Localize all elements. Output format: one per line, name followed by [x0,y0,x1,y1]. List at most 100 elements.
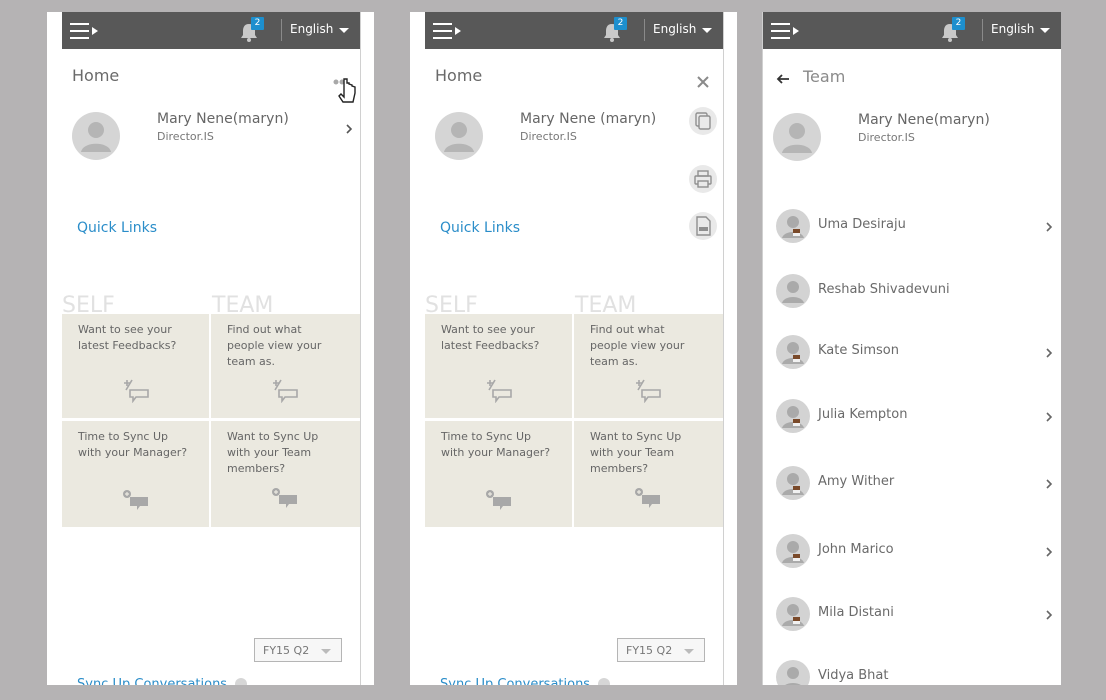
team-member-row[interactable]: John Marico [763,532,1061,572]
divider [281,19,282,41]
person-icon [444,122,474,152]
profile-role: Director.IS [157,130,214,143]
close-icon[interactable] [693,72,713,92]
person-icon [81,122,111,152]
language-select[interactable]: English [653,22,696,36]
tile-text: Want to see your latest Feedbacks? [441,323,540,352]
team-feedback-icon [636,379,661,403]
team-member-row[interactable]: Amy Wither [763,464,1061,504]
team-sync-tile[interactable]: Want to Sync Up with your Team members? [574,421,723,527]
team-view-tile[interactable]: Find out what people view your team as. [574,314,723,418]
member-name: Amy Wither [818,474,895,489]
back-arrow-icon[interactable] [775,72,791,86]
menu-icon[interactable] [70,23,100,39]
tile-text: Time to Sync Up with your Manager? [441,430,551,459]
period-select-value: FY15 Q2 [263,644,310,657]
language-select[interactable]: English [991,22,1034,36]
home-options-screen: 2 English Home Mary Nene (maryn) Directo… [410,12,737,685]
tile-text: Time to Sync Up with your Manager? [78,430,188,459]
sync-conversations-link[interactable]: Sync Up Conversations [77,677,227,685]
chevron-down-icon[interactable] [339,28,349,33]
page-title: Home [72,66,120,85]
team-member-row[interactable]: Uma Desiraju [763,207,1061,247]
member-name: Uma Desiraju [818,217,906,232]
person-icon [782,281,804,303]
chevron-right-icon[interactable] [1045,479,1053,489]
team-view-tile[interactable]: Find out what people view your team as. [211,314,360,418]
page-title: Home [435,66,483,85]
sync-conversations-link[interactable]: Sync Up Conversations [440,677,590,685]
member-name: Kate Simson [818,343,899,358]
chat-add-icon [123,490,148,510]
chevron-right-icon[interactable] [1045,222,1053,232]
avatar [776,466,810,500]
chevron-down-icon [684,649,694,654]
more-dots-icon[interactable] [332,75,362,105]
chevron-right-icon[interactable] [1045,610,1053,620]
manager-sync-tile[interactable]: Time to Sync Up with your Manager? [425,421,572,527]
print-button[interactable] [689,165,717,193]
export-button[interactable] [689,212,717,240]
person-icon [782,473,804,495]
quick-links-link[interactable]: Quick Links [440,220,520,236]
chevron-right-icon[interactable] [345,124,353,134]
info-icon[interactable] [235,678,247,685]
person-icon [782,123,812,153]
person-icon [782,216,804,238]
avatar [776,335,810,369]
chevron-down-icon [321,649,331,654]
divider [644,19,645,41]
print-icon [694,170,712,188]
avatar [72,112,120,160]
info-icon[interactable] [598,678,610,685]
profile-name: Mary Nene(maryn) [157,111,289,127]
team-member-row[interactable]: Julia Kempton [763,397,1061,437]
feedback-tile[interactable]: Want to see your latest Feedbacks? [425,314,572,418]
menu-icon[interactable] [771,23,801,39]
chevron-down-icon[interactable] [702,28,712,33]
manager-sync-tile[interactable]: Time to Sync Up with your Manager? [62,421,209,527]
avatar [773,113,821,161]
tile-text: Want to see your latest Feedbacks? [78,323,177,352]
tile-text: Want to Sync Up with your Team members? [590,430,682,475]
team-member-row[interactable]: Reshab Shivadevuni [763,272,1061,312]
chat-add-icon [635,488,660,508]
profile-role: Director.IS [858,131,915,144]
chat-add-icon [272,488,297,508]
feedback-tile[interactable]: Want to see your latest Feedbacks? [62,314,209,418]
member-name: Mila Distani [818,605,894,620]
notification-badge: 2 [952,17,965,30]
chevron-down-icon[interactable] [1040,28,1050,33]
avatar [776,274,810,308]
tile-text: Find out what people view your team as. [227,323,322,368]
notification-badge: 2 [614,17,627,30]
add-feedback-icon [487,379,512,403]
team-member-row[interactable]: Vidya Bhat [763,658,1061,685]
menu-icon[interactable] [433,23,463,39]
home-panel: 2 English Home Mary Nene(maryn) Director… [62,12,361,685]
period-select[interactable]: FY15 Q2 [254,638,342,662]
member-name: Reshab Shivadevuni [818,282,950,297]
member-name: Julia Kempton [818,407,908,422]
home-screen: 2 English Home Mary Nene(maryn) Director… [47,12,374,685]
divider [982,19,983,41]
profile-name: Mary Nene (maryn) [520,111,657,127]
chevron-right-icon[interactable] [1045,348,1053,358]
quick-links-link[interactable]: Quick Links [77,220,157,236]
avatar [435,112,483,160]
period-select-value: FY15 Q2 [626,644,673,657]
team-sync-tile[interactable]: Want to Sync Up with your Team members? [211,421,360,527]
page-title: Team [803,67,846,86]
team-member-row[interactable]: Mila Distani [763,595,1061,635]
team-member-row[interactable]: Kate Simson [763,333,1061,373]
avatar [776,399,810,433]
add-feedback-icon [124,379,149,403]
avatar [776,209,810,243]
chevron-right-icon[interactable] [1045,412,1053,422]
chevron-right-icon[interactable] [1045,547,1053,557]
team-screen: 2 English Team Mary Nene(maryn) Director… [762,12,1061,685]
language-select[interactable]: English [290,22,333,36]
period-select[interactable]: FY15 Q2 [617,638,705,662]
member-name: John Marico [818,542,894,557]
copy-button[interactable] [689,107,717,135]
